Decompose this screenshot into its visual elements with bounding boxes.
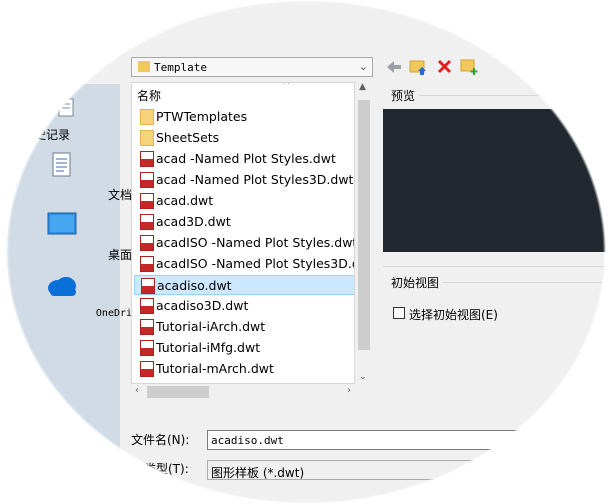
dwt-file-icon <box>140 361 154 377</box>
file-list-item[interactable]: acadiso3D.dwt <box>134 296 354 316</box>
dwt-file-icon <box>140 319 154 335</box>
scroll-left-icon: ‹ <box>135 385 139 396</box>
place-documents[interactable]: 文档 <box>0 150 132 202</box>
file-name: Tutorial-mArch.dwt <box>156 361 274 376</box>
place-label: 历史记录 <box>21 128 70 142</box>
file-name: Tutorial-iMfg.dwt <box>156 340 261 355</box>
column-header-label: 名称 <box>137 89 162 103</box>
scroll-thumb[interactable] <box>147 386 209 398</box>
desktop-icon <box>47 212 77 235</box>
file-name: SheetSets <box>156 130 220 145</box>
folder-icon <box>140 109 154 125</box>
history-icon <box>58 98 74 117</box>
select-initial-view-checkbox[interactable] <box>393 307 405 319</box>
up-folder-icon <box>409 60 426 75</box>
sort-up-icon: ^ <box>282 82 291 91</box>
up-folder-button[interactable] <box>409 57 429 77</box>
file-name: acadISO -Named Plot Styles.dwt <box>156 235 355 250</box>
scroll-down-icon: ⌄ <box>359 372 367 382</box>
delete-icon <box>437 59 452 74</box>
divider <box>383 266 613 267</box>
new-folder-icon <box>460 59 478 75</box>
file-list-item[interactable]: acad3D.dwt <box>134 212 354 232</box>
divider <box>419 95 613 96</box>
file-name: PTWTemplates <box>156 109 248 124</box>
column-header-name[interactable]: 名称 ^ <box>132 83 354 105</box>
file-type-label: 类型(T): <box>144 462 189 476</box>
chevron-down-icon: ⌄ <box>358 60 368 73</box>
preview-label: 预览 <box>391 89 416 103</box>
file-list-item[interactable]: Tutorial-mArch.dwt <box>134 359 354 379</box>
new-folder-button[interactable] <box>460 57 480 77</box>
file-list-item[interactable]: acad.dwt <box>134 191 354 211</box>
scroll-thumb[interactable] <box>358 100 370 350</box>
dwt-file-icon <box>141 278 155 294</box>
back-arrow-icon <box>387 61 401 73</box>
file-list: 名称 ^ PTWTemplates SheetSets acad -Named Pl… <box>131 82 355 384</box>
select-initial-view-label: 选择初始视图(E) <box>409 308 498 322</box>
file-list-item[interactable]: PTWTemplates <box>134 107 354 127</box>
file-name: acadiso.dwt <box>157 278 232 293</box>
scroll-up-icon: ▲ <box>359 82 366 92</box>
look-in-value: Template <box>154 61 207 74</box>
file-type-dropdown[interactable]: 图形样板 (*.dwt) <box>207 460 613 480</box>
file-name: Tutorial-iArch.dwt <box>156 319 266 334</box>
onedrive-icon <box>48 277 76 296</box>
file-name: acad.dwt <box>156 193 214 208</box>
back-button[interactable] <box>384 57 404 77</box>
dwt-file-icon <box>140 235 154 251</box>
look-in-dropdown[interactable]: Template ⌄ <box>131 57 373 77</box>
file-list-item[interactable]: acad -Named Plot Styles3D.dwt <box>134 170 354 190</box>
file-list-vertical-scrollbar[interactable]: ▲ ⌄ <box>356 82 372 384</box>
dwt-file-icon <box>140 340 154 356</box>
delete-button[interactable] <box>435 57 455 77</box>
scroll-right-icon: › <box>347 385 351 396</box>
file-name-input[interactable]: acadiso.dwt <box>207 430 613 450</box>
place-onedrive[interactable]: OneDrive <box>0 272 144 324</box>
file-name: acad3D.dwt <box>156 214 231 229</box>
file-name: acadiso3D.dwt <box>156 298 249 313</box>
file-list-item[interactable]: acadiso.dwt <box>134 275 354 295</box>
file-list-item[interactable]: Tutorial-iMfg.dwt <box>134 338 354 358</box>
place-history[interactable]: 历史记录 <box>0 98 120 144</box>
select-template-dialog: 历史记录 文档 桌面 OneDrive Template ⌄ 名称 ^ PTWT… <box>0 0 613 504</box>
dwt-file-icon <box>140 214 154 230</box>
template-preview <box>383 109 613 252</box>
dwt-file-icon <box>140 256 154 272</box>
file-list-item[interactable]: Tutorial-iArch.dwt <box>134 317 354 337</box>
file-list-item[interactable]: acadISO -Named Plot Styles.dwt <box>134 233 355 253</box>
dwt-file-icon <box>140 193 154 209</box>
divider <box>443 282 613 283</box>
file-name: acadISO -Named Plot Styles3D.dwt <box>156 256 355 271</box>
place-desktop[interactable]: 桌面 <box>0 210 132 262</box>
dwt-file-icon <box>140 172 154 188</box>
dwt-file-icon <box>140 298 154 314</box>
file-name-value: acadiso.dwt <box>211 434 284 447</box>
initial-view-label: 初始视图 <box>391 276 440 290</box>
file-list-item[interactable]: SheetSets <box>134 128 354 148</box>
file-list-horizontal-scrollbar[interactable]: ‹ › <box>131 384 355 400</box>
file-name: acad -Named Plot Styles.dwt <box>156 151 336 166</box>
file-name: acad -Named Plot Styles3D.dwt <box>156 172 354 187</box>
folder-icon <box>138 61 150 72</box>
folder-icon <box>140 130 154 146</box>
file-type-value: 图形样板 (*.dwt) <box>211 466 305 480</box>
file-list-item[interactable]: acad -Named Plot Styles.dwt <box>134 149 354 169</box>
places-bar: 历史记录 文档 桌面 OneDrive <box>0 84 144 504</box>
dwt-file-icon <box>140 151 154 167</box>
file-list-item[interactable]: acadISO -Named Plot Styles3D.dwt <box>134 254 355 274</box>
file-name-label: 文件名(N): <box>131 433 190 447</box>
documents-icon <box>52 152 71 177</box>
